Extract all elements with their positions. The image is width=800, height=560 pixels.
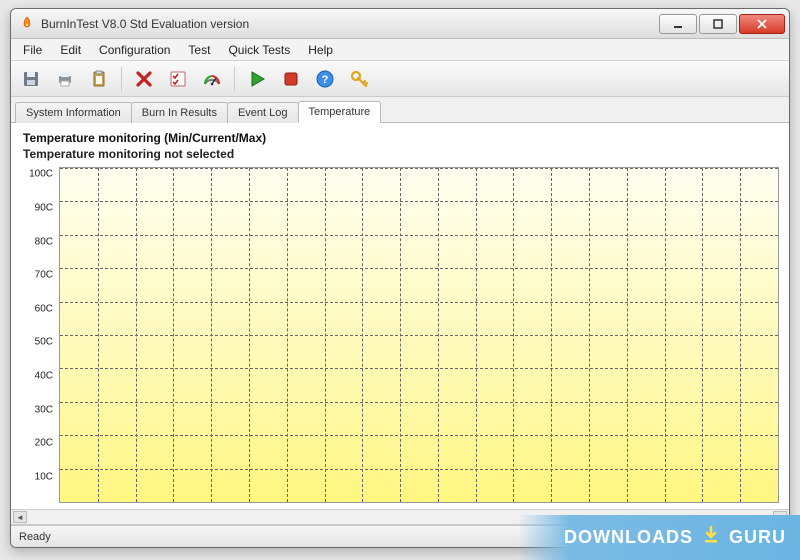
menu-help[interactable]: Help bbox=[300, 41, 341, 59]
y-tick-label: 60C bbox=[35, 303, 53, 314]
help-icon[interactable]: ? bbox=[311, 65, 339, 93]
y-tick-label: 70C bbox=[35, 270, 53, 281]
y-tick-label: 100C bbox=[29, 169, 53, 180]
toolbar-separator bbox=[234, 67, 235, 91]
chart-message: Temperature monitoring not selected bbox=[11, 147, 789, 167]
gauge-icon[interactable] bbox=[198, 65, 226, 93]
y-tick-label: 80C bbox=[35, 236, 53, 247]
svg-text:?: ? bbox=[322, 74, 329, 86]
y-tick-label: 20C bbox=[35, 438, 53, 449]
save-icon[interactable] bbox=[17, 65, 45, 93]
tab-temperature[interactable]: Temperature bbox=[298, 101, 382, 123]
content-area: Temperature monitoring (Min/Current/Max)… bbox=[11, 123, 789, 525]
titlebar: BurnInTest V8.0 Std Evaluation version bbox=[11, 9, 789, 39]
y-tick-label: 40C bbox=[35, 370, 53, 381]
close-button[interactable] bbox=[739, 14, 785, 34]
y-axis-labels: 100C 90C 80C 70C 60C 50C 40C 30C 20C 10C bbox=[15, 167, 57, 503]
menu-test[interactable]: Test bbox=[180, 41, 218, 59]
app-icon bbox=[19, 16, 35, 32]
y-tick-label: 10C bbox=[35, 471, 53, 482]
key-icon[interactable] bbox=[345, 65, 373, 93]
toolbar: ? bbox=[11, 61, 789, 97]
tab-system-information[interactable]: System Information bbox=[15, 102, 132, 123]
watermark-text-2: GURU bbox=[729, 527, 786, 548]
window-title: BurnInTest V8.0 Std Evaluation version bbox=[41, 17, 659, 31]
y-tick-label: 30C bbox=[35, 404, 53, 415]
menu-edit[interactable]: Edit bbox=[52, 41, 89, 59]
menubar: File Edit Configuration Test Quick Tests… bbox=[11, 39, 789, 61]
menu-configuration[interactable]: Configuration bbox=[91, 41, 178, 59]
y-tick-label: 50C bbox=[35, 337, 53, 348]
checklist-icon[interactable] bbox=[164, 65, 192, 93]
tab-event-log[interactable]: Event Log bbox=[227, 102, 299, 123]
download-icon bbox=[701, 525, 721, 550]
menu-quick-tests[interactable]: Quick Tests bbox=[220, 41, 298, 59]
watermark: DOWNLOADS GURU bbox=[518, 515, 800, 560]
window-controls bbox=[659, 14, 785, 34]
tab-burn-in-results[interactable]: Burn In Results bbox=[131, 102, 228, 123]
y-tick-label: 90C bbox=[35, 202, 53, 213]
menu-file[interactable]: File bbox=[15, 41, 50, 59]
app-window: BurnInTest V8.0 Std Evaluation version F… bbox=[10, 8, 790, 548]
delete-icon[interactable] bbox=[130, 65, 158, 93]
clipboard-icon[interactable] bbox=[85, 65, 113, 93]
scroll-left-arrow[interactable]: ◄ bbox=[13, 511, 27, 523]
tabstrip: System Information Burn In Results Event… bbox=[11, 97, 789, 123]
chart-grid bbox=[59, 167, 779, 503]
minimize-button[interactable] bbox=[659, 14, 697, 34]
chart-title: Temperature monitoring (Min/Current/Max) bbox=[11, 123, 789, 147]
watermark-text-1: DOWNLOADS bbox=[564, 527, 693, 548]
print-icon[interactable] bbox=[51, 65, 79, 93]
stop-icon[interactable] bbox=[277, 65, 305, 93]
play-icon[interactable] bbox=[243, 65, 271, 93]
maximize-button[interactable] bbox=[699, 14, 737, 34]
toolbar-separator bbox=[121, 67, 122, 91]
status-text: Ready bbox=[19, 531, 51, 543]
chart-area: 100C 90C 80C 70C 60C 50C 40C 30C 20C 10C bbox=[15, 167, 785, 509]
